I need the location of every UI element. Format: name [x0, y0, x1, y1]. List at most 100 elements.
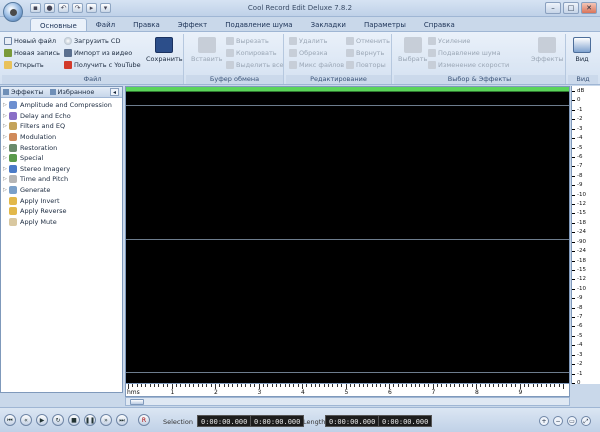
- ruler-tick: [323, 384, 325, 387]
- db-tick: [572, 100, 575, 102]
- transport-bar: ⏮ « ▶ ↻ ■ ❚❚ » ⏭ R Selection 0:00:00.000…: [0, 407, 600, 432]
- tab-favorites[interactable]: Избранное: [49, 88, 94, 96]
- tab-effect[interactable]: Эффект: [169, 18, 216, 32]
- tree-item-restoration[interactable]: ▷ Restoration: [1, 142, 122, 153]
- new-record-button[interactable]: Новая запись: [4, 49, 60, 57]
- db-tick: [572, 269, 575, 271]
- scissors-icon: [226, 37, 234, 45]
- zoom-out-icon[interactable]: −: [553, 416, 563, 426]
- channel-divider: [126, 239, 569, 240]
- tree-item-apply-reverse[interactable]: Apply Reverse: [1, 206, 122, 217]
- view-group: Вид Вид: [568, 34, 598, 84]
- tree-item-apply-mute[interactable]: Apply Mute: [1, 217, 122, 228]
- trim-button[interactable]: Обрезка: [289, 49, 328, 57]
- rewind-icon[interactable]: «: [20, 414, 32, 426]
- tab-effects[interactable]: Эффекты: [3, 88, 44, 96]
- get-youtube-button[interactable]: Получить с YouTube: [64, 61, 141, 69]
- ruler-tick: [467, 384, 469, 387]
- record-icon[interactable]: R: [138, 414, 150, 426]
- ruler-tick: [449, 384, 451, 387]
- ruler-tick: [232, 384, 234, 387]
- pause-icon[interactable]: ❚❚: [84, 414, 96, 426]
- tab-file[interactable]: Файл: [87, 18, 124, 32]
- tree-item-special[interactable]: ▷ Special: [1, 153, 122, 164]
- ruler-tick: [136, 384, 138, 387]
- tree-item-time-pitch[interactable]: ▷ Time and Pitch: [1, 174, 122, 185]
- tree-item-amplitude[interactable]: ▷ Amplitude and Compression: [1, 100, 122, 111]
- db-label: -12: [577, 201, 586, 208]
- ruler-tick: [184, 384, 186, 387]
- app-menu-button[interactable]: [3, 2, 23, 22]
- fast-forward-icon[interactable]: »: [100, 414, 112, 426]
- tab-home[interactable]: Основные: [30, 18, 87, 32]
- zoom-selection-icon[interactable]: ▭: [567, 416, 577, 426]
- cut-button[interactable]: Вырезать: [226, 37, 269, 45]
- db-label: -4: [577, 135, 583, 142]
- tab-noise-reduction[interactable]: Подавление шума: [216, 18, 301, 32]
- horizontal-scrollbar[interactable]: [125, 397, 570, 406]
- amplify-button[interactable]: Усиление: [428, 37, 470, 45]
- select-button[interactable]: Выбрать: [398, 37, 427, 63]
- redo-button[interactable]: Вернуть: [346, 49, 384, 57]
- undo-button[interactable]: Отменить: [346, 37, 390, 45]
- tab-edit[interactable]: Правка: [124, 18, 169, 32]
- channel-bottom-line: [126, 372, 569, 373]
- delete-button[interactable]: Удалить: [289, 37, 327, 45]
- panel-close-icon[interactable]: ◂: [110, 88, 119, 96]
- ruler-tick: [162, 384, 164, 387]
- db-tick: [572, 194, 575, 196]
- ruler-label: 2: [214, 389, 218, 396]
- tree-item-generate[interactable]: ▷ Generate: [1, 185, 122, 196]
- copy-icon: [226, 49, 234, 57]
- play-icon[interactable]: ▶: [36, 414, 48, 426]
- go-end-icon[interactable]: ⏭: [116, 414, 128, 426]
- ruler-tick: [423, 384, 425, 387]
- tab-options[interactable]: Параметры: [355, 18, 415, 32]
- ruler-tick: [210, 384, 212, 387]
- ruler-tick: [310, 384, 312, 387]
- change-speed-button[interactable]: Изменение скорости: [428, 61, 509, 69]
- view-button[interactable]: Вид: [573, 37, 591, 63]
- db-tick: [572, 128, 575, 130]
- noise-reduction-button[interactable]: Подавление шума: [428, 49, 501, 57]
- select-all-button[interactable]: Выделить все: [226, 61, 284, 69]
- ruler-tick: [358, 384, 360, 387]
- tree-item-apply-invert[interactable]: Apply Invert: [1, 195, 122, 206]
- new-file-button[interactable]: Новый файл: [4, 37, 56, 45]
- close-button[interactable]: ✕: [581, 2, 597, 14]
- ruler-unit: hms: [127, 389, 140, 396]
- tree-item-delay[interactable]: ▷ Delay and Echo: [1, 111, 122, 122]
- new-file-icon: [4, 37, 12, 45]
- waveform-editor[interactable]: [125, 86, 570, 384]
- zoom-full-icon[interactable]: ⤢: [581, 416, 591, 426]
- copy-button[interactable]: Копировать: [226, 49, 277, 57]
- ruler-label: 8: [475, 389, 479, 396]
- open-button[interactable]: Открыть: [4, 61, 44, 69]
- effects-button[interactable]: Эффекты: [531, 37, 564, 63]
- minimize-button[interactable]: –: [545, 2, 561, 14]
- maximize-button[interactable]: □: [563, 2, 579, 14]
- go-start-icon[interactable]: ⏮: [4, 414, 16, 426]
- paste-button[interactable]: Вставить: [191, 37, 222, 63]
- save-button[interactable]: Сохранить: [146, 37, 183, 63]
- ruler-tick: [319, 384, 321, 387]
- ruler-tick: [158, 384, 160, 387]
- noise-icon: [428, 49, 436, 57]
- repeat-button[interactable]: Повторы: [346, 61, 386, 69]
- tab-bookmarks[interactable]: Закладки: [302, 18, 355, 32]
- tree-item-filters[interactable]: ▷ Filters and EQ: [1, 121, 122, 132]
- overview-bar[interactable]: [126, 87, 569, 92]
- scroll-thumb[interactable]: [130, 399, 144, 405]
- filters-icon: [9, 122, 17, 131]
- load-cd-button[interactable]: Загрузить CD: [64, 37, 120, 45]
- view-icon: [573, 37, 591, 53]
- invert-icon: [9, 196, 17, 205]
- stop-icon[interactable]: ■: [68, 414, 80, 426]
- mix-files-button[interactable]: Микс файлов: [289, 61, 344, 69]
- play-loop-icon[interactable]: ↻: [52, 414, 64, 426]
- tab-help[interactable]: Справка: [415, 18, 464, 32]
- tree-item-modulation[interactable]: ▷ Modulation: [1, 132, 122, 143]
- import-video-button[interactable]: Импорт из видео: [64, 49, 132, 57]
- tree-item-stereo[interactable]: ▷ Stereo Imagery: [1, 164, 122, 175]
- zoom-in-icon[interactable]: +: [539, 416, 549, 426]
